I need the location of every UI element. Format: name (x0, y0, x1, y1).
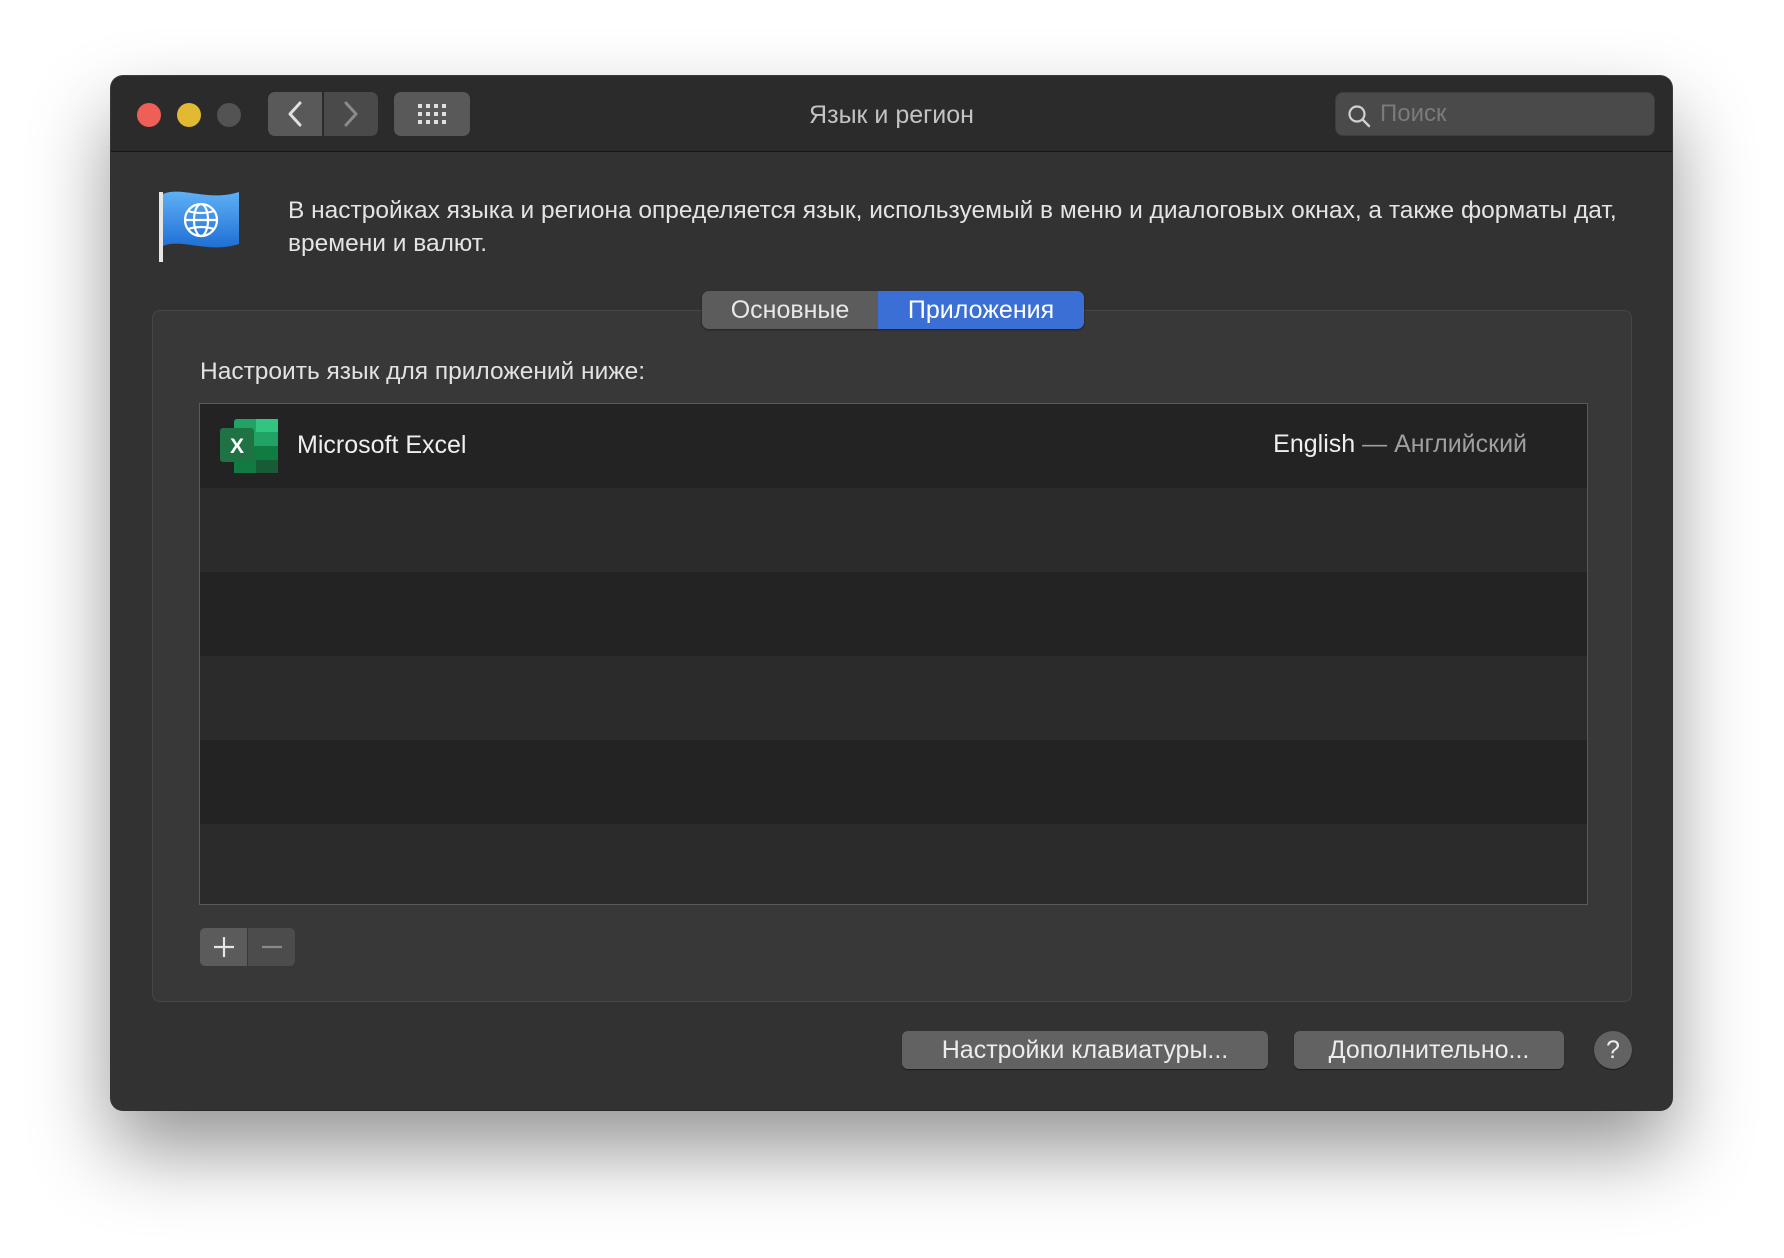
description-text: В настройках языка и региона определяетс… (288, 197, 1617, 257)
table-row-empty (200, 488, 1587, 572)
table-row-empty (200, 740, 1587, 824)
search-icon (1348, 105, 1371, 128)
table-row-empty (200, 656, 1587, 740)
remove-app-button[interactable] (248, 928, 295, 966)
apps-table[interactable]: X Microsoft Excel English — Английский (199, 403, 1588, 905)
app-language-separator: — (1355, 430, 1395, 458)
advanced-button[interactable]: Дополнительно... (1294, 1031, 1564, 1069)
tab-general[interactable]: Основные (702, 291, 878, 329)
keyboard-settings-button[interactable]: Настройки клавиатуры... (902, 1031, 1268, 1069)
tab-bar: Основные Приложения (702, 291, 1084, 329)
app-language-local: Английский (1394, 430, 1527, 458)
preferences-window: Язык и регион В настройках языка и регио… (111, 76, 1672, 1110)
add-app-button[interactable] (200, 928, 247, 966)
table-row-empty (200, 824, 1587, 904)
search-field[interactable] (1335, 92, 1655, 136)
apps-label: Настроить язык для приложений ниже: (200, 358, 646, 385)
table-row[interactable]: X Microsoft Excel English — Английский (200, 404, 1587, 488)
globe-flag-icon (159, 191, 239, 262)
app-language[interactable]: English — Английский (1273, 430, 1527, 459)
plus-icon (213, 937, 234, 957)
excel-icon: X (220, 419, 278, 473)
minus-icon (261, 945, 282, 949)
app-name: Microsoft Excel (297, 431, 467, 459)
search-input[interactable] (1380, 93, 1650, 135)
tab-apps[interactable]: Приложения (878, 291, 1084, 329)
svg-text:X: X (230, 435, 244, 458)
help-button[interactable]: ? (1594, 1031, 1632, 1069)
table-row-empty (200, 572, 1587, 656)
app-language-name: English (1273, 430, 1356, 458)
titlebar: Язык и регион (111, 76, 1672, 152)
